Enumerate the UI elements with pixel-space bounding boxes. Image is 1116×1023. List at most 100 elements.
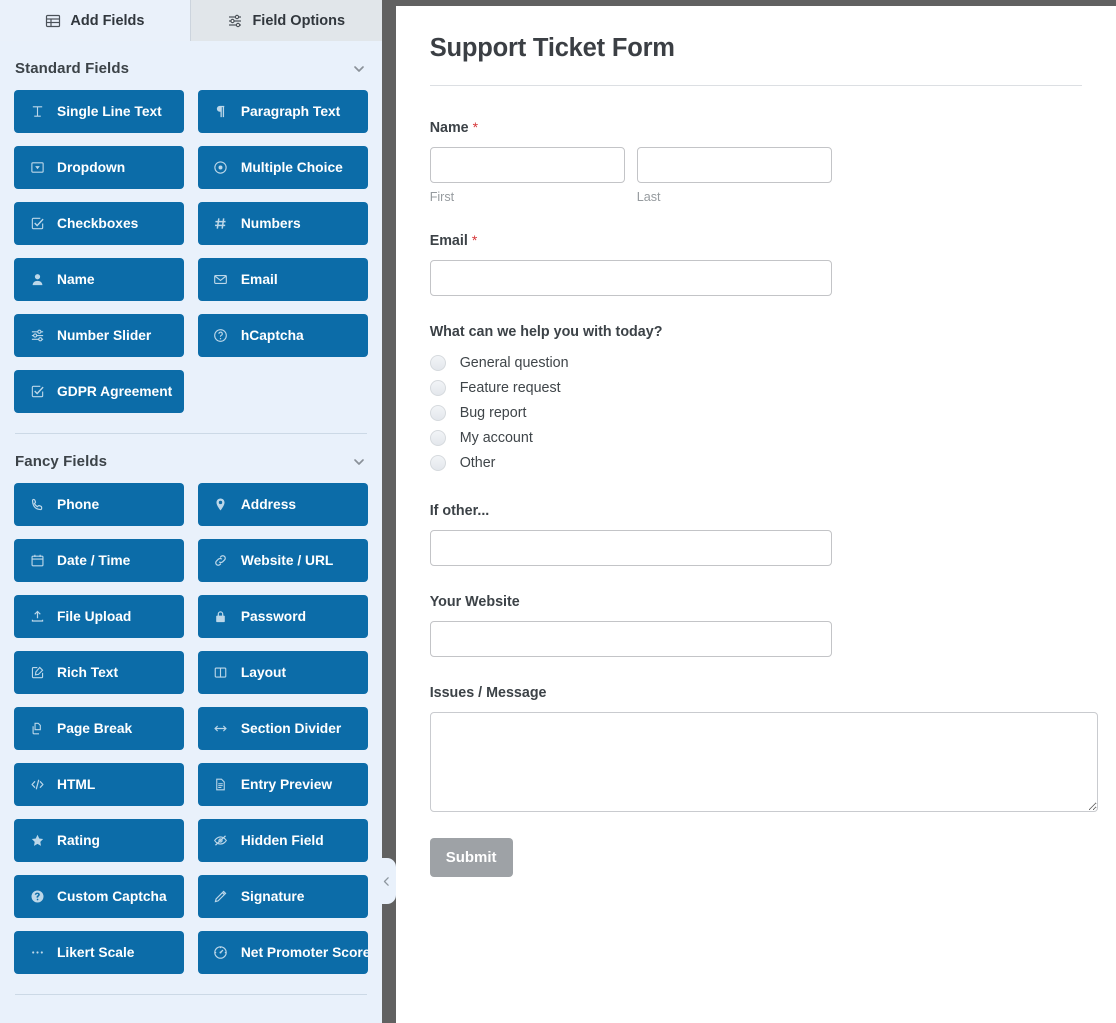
field-button-section-divider[interactable]: Section Divider [197,707,368,750]
radio-button[interactable] [429,354,446,371]
tab-field-options[interactable]: Field Options [190,0,382,41]
field-button-page-break[interactable]: Page Break [14,707,184,750]
title-divider [429,85,1082,86]
gauge-icon [212,945,230,960]
field-button-label: Name [57,272,95,287]
field-button-entry-preview[interactable]: Entry Preview [197,763,368,806]
field-button-rating[interactable]: Rating [14,819,184,862]
field-button-hidden-field[interactable]: Hidden Field [197,819,368,862]
email-input[interactable] [429,260,832,296]
text-cursor-icon [28,104,46,119]
field-button-label: Rich Text [57,665,119,680]
field-button-website-url[interactable]: Website / URL [197,539,368,582]
field-button-label: File Upload [57,609,132,624]
field-button-label: Likert Scale [57,945,135,960]
pilcrow-icon [212,104,230,119]
tab-add-fields[interactable]: Add Fields [0,0,191,41]
radio-option[interactable]: Bug report [429,400,1082,425]
sliders-icon [227,13,243,29]
field-button-label: Multiple Choice [240,160,343,175]
field-button-hcaptcha[interactable]: hCaptcha [197,314,368,357]
field-button-label: Password [240,609,307,624]
field-button-numbers[interactable]: Numbers [197,202,368,245]
dots-icon [28,945,46,960]
pages-icon [28,721,46,736]
field-button-label: Hidden Field [240,833,324,848]
user-icon [28,272,46,287]
checkbox-icon [28,216,46,231]
field-button-file-upload[interactable]: File Upload [14,595,184,638]
link-icon [212,553,230,568]
radio-option[interactable]: Other [429,450,1082,475]
submit-button[interactable]: Submit [429,838,513,877]
sliders-icon [28,328,46,343]
tab-field-options-label: Field Options [252,12,346,29]
field-button-number-slider[interactable]: Number Slider [14,314,184,357]
form-field-website: Your Website [429,594,1082,657]
message-textarea[interactable] [429,712,1098,812]
field-button-address[interactable]: Address [197,483,368,526]
field-button-password[interactable]: Password [197,595,368,638]
field-button-email[interactable]: Email [197,258,368,301]
field-button-label: Address [240,497,297,512]
last-name-input[interactable] [636,147,832,183]
field-button-date-time[interactable]: Date / Time [14,539,184,582]
field-button-signature[interactable]: Signature [197,875,368,918]
field-button-gdpr-agreement[interactable]: GDPR Agreement [14,370,184,413]
sidebar-tabbar: Add Fields Field Options [0,0,382,41]
radio-option[interactable]: My account [429,425,1082,450]
chevron-down-icon[interactable] [351,454,367,470]
fields-scroll-area[interactable]: Standard Fields Single Line Text Paragra… [0,41,382,1023]
field-button-rich-text[interactable]: Rich Text [14,651,184,694]
radio-option[interactable]: Feature request [429,375,1082,400]
document-icon [212,777,230,792]
fancy-fields-grid: Phone Address Date / Time Website / URL [14,483,368,974]
form-preview-panel: Support Ticket Form Name * First Last Em… [395,0,1116,1023]
website-input[interactable] [429,621,832,657]
field-label: Name * [430,119,1082,136]
radio-group: General question Feature request Bug rep… [429,350,1082,475]
first-name-input[interactable] [429,147,625,183]
field-button-phone[interactable]: Phone [14,483,184,526]
field-button-label: Layout [240,665,287,680]
field-button-likert-scale[interactable]: Likert Scale [14,931,184,974]
field-button-checkboxes[interactable]: Checkboxes [14,202,184,245]
radio-button[interactable] [429,454,446,471]
if-other-input[interactable] [429,530,832,566]
section-divider-line-bottom [15,994,367,995]
field-button-label: Section Divider [240,721,342,736]
hash-icon [212,216,230,231]
code-icon [28,777,46,792]
form-field-email: Email * [429,232,1082,296]
field-button-paragraph-text[interactable]: Paragraph Text [197,90,368,133]
field-button-multiple-choice[interactable]: Multiple Choice [197,146,368,189]
radio-option-label: Feature request [459,379,561,396]
section-title-standard-fields: Standard Fields [15,60,130,77]
field-button-label: Numbers [240,216,301,231]
columns-icon [212,665,230,680]
section-header-fancy-fields[interactable]: Fancy Fields [14,434,368,483]
radio-option[interactable]: General question [429,350,1082,375]
radio-button[interactable] [429,379,446,396]
question-circle-icon [212,328,230,343]
radio-button[interactable] [429,404,446,421]
name-first-group: First [429,147,625,204]
form-preview-inner: Support Ticket Form Name * First Last Em… [396,6,1116,877]
field-button-net-promoter-score[interactable]: Net Promoter Score [197,931,368,974]
section-header-standard-fields[interactable]: Standard Fields [14,41,368,90]
field-button-label: Website / URL [240,553,334,568]
pencil-square-icon [28,665,46,680]
field-button-label: Custom Captcha [57,889,167,904]
collapse-panel-button[interactable] [377,858,396,904]
field-button-layout[interactable]: Layout [197,651,368,694]
field-button-name[interactable]: Name [14,258,184,301]
field-button-html[interactable]: HTML [14,763,184,806]
radio-option-label: My account [459,429,533,446]
pen-icon [212,889,230,904]
field-button-dropdown[interactable]: Dropdown [14,146,184,189]
field-button-custom-captcha[interactable]: Custom Captcha [14,875,184,918]
chevron-down-icon[interactable] [351,61,367,77]
radio-button[interactable] [429,429,446,446]
arrows-horizontal-icon [212,721,230,736]
field-button-single-line-text[interactable]: Single Line Text [14,90,184,133]
